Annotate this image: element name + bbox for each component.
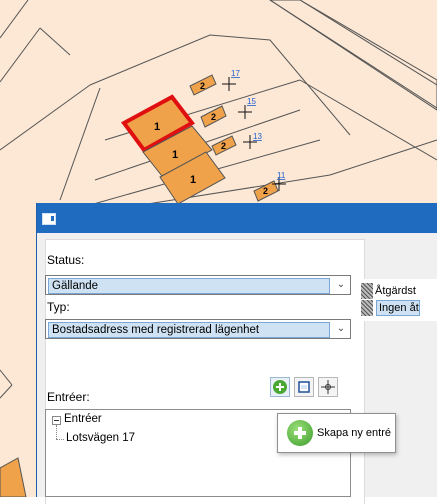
floor-label: 2 (211, 112, 216, 122)
add-entrance-button[interactable] (270, 377, 290, 397)
floor-label: 1 (172, 149, 178, 161)
window-icon (42, 213, 56, 225)
chevron-down-icon[interactable]: ⌄ (332, 276, 350, 294)
frame-button[interactable] (294, 377, 314, 397)
house-number: 15 (247, 97, 256, 106)
chevron-down-icon[interactable]: ⌄ (332, 320, 350, 338)
row-header-cell (361, 283, 373, 299)
collapse-icon[interactable] (52, 416, 61, 425)
side-table: Åtgärdst Ingen åt (361, 279, 437, 321)
type-select[interactable]: Bostadsadress med registrerad lägenhet ⌄ (45, 319, 351, 339)
entrances-label: Entréer: (47, 390, 90, 404)
add-icon (273, 380, 287, 394)
type-value: Bostadsadress med registrerad lägenhet (48, 322, 330, 338)
status-label: Status: (47, 253, 85, 267)
crosshair-icon (321, 380, 335, 394)
floor-label: 2 (200, 81, 205, 91)
tree-connector (56, 439, 64, 440)
status-select[interactable]: Gällande ⌄ (45, 275, 351, 295)
floor-label: 2 (221, 141, 226, 151)
house-number: 17 (231, 69, 240, 78)
add-icon (287, 420, 313, 446)
house-number: 13 (253, 132, 262, 141)
row-header-cell (361, 300, 373, 316)
locate-button[interactable] (318, 377, 338, 397)
floor-label: 2 (263, 186, 268, 196)
type-label: Typ: (47, 300, 70, 314)
frame-icon (298, 381, 310, 393)
status-value: Gällande (48, 278, 330, 294)
floor-label: 1 (154, 121, 160, 133)
house-number: 11 (277, 171, 286, 180)
tooltip: Skapa ny entré (277, 413, 396, 453)
tree-root-item[interactable]: Entréer (64, 413, 102, 425)
tree-connector (56, 425, 57, 439)
tooltip-text: Skapa ny entré (317, 427, 391, 439)
table-cell[interactable]: Ingen åt (376, 300, 420, 316)
column-header[interactable]: Åtgärdst (375, 283, 416, 299)
floor-label: 1 (190, 174, 196, 186)
dialog-titlebar[interactable] (37, 203, 437, 233)
tree-item-lotsvagen-17[interactable]: Lotsvägen 17 (66, 432, 135, 444)
